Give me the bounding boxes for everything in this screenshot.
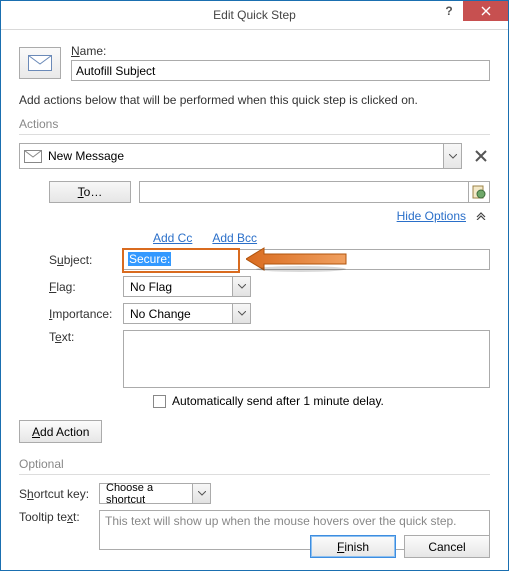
help-button[interactable]: ? <box>435 1 463 21</box>
action-type-select[interactable]: New Message <box>19 143 462 169</box>
dialog-title: Edit Quick Step <box>213 8 296 22</box>
new-message-icon <box>24 149 42 163</box>
delete-action-button[interactable] <box>472 150 490 162</box>
shortcut-select[interactable]: Choose a shortcut <box>99 483 211 504</box>
x-icon <box>475 150 487 162</box>
importance-select[interactable]: No Change <box>123 303 251 324</box>
chevron-down-icon <box>238 311 246 316</box>
add-cc-link[interactable]: Add Cc <box>153 231 192 245</box>
name-label: Name: <box>71 44 490 58</box>
flag-dropdown-button[interactable] <box>232 277 250 296</box>
shortcut-label: Shortcut key: <box>19 487 99 501</box>
help-icon: ? <box>445 4 452 18</box>
actions-section-label: Actions <box>19 117 490 131</box>
hide-options-link[interactable]: Hide Options <box>397 209 466 223</box>
action-type-dropdown-button[interactable] <box>443 144 461 168</box>
subject-value: Secure: <box>128 252 171 266</box>
cancel-button[interactable]: Cancel <box>404 535 490 558</box>
chevron-up-icon <box>476 209 490 223</box>
text-input[interactable] <box>123 330 490 388</box>
tooltip-label: Tooltip text: <box>19 510 99 524</box>
tooltip-placeholder: This text will show up when the mouse ho… <box>105 514 457 528</box>
importance-value: No Change <box>124 307 232 321</box>
auto-send-checkbox[interactable] <box>153 395 166 408</box>
chevron-down-icon <box>238 284 246 289</box>
chevron-down-icon <box>449 154 457 159</box>
envelope-icon <box>28 55 52 71</box>
close-icon <box>481 6 491 16</box>
finish-button[interactable]: Finish <box>310 535 396 558</box>
edit-quick-step-dialog: Edit Quick Step ? Name: Add actions belo… <box>0 0 509 571</box>
shortcut-value: Choose a shortcut <box>100 482 192 506</box>
action-type-text: New Message <box>48 149 443 163</box>
subject-label: Subject: <box>49 253 123 267</box>
quickstep-icon[interactable] <box>19 47 61 79</box>
shortcut-dropdown-button[interactable] <box>192 484 210 503</box>
titlebar: Edit Quick Step ? <box>1 1 508 30</box>
close-button[interactable] <box>463 1 508 21</box>
flag-value: No Flag <box>124 280 232 294</box>
importance-dropdown-button[interactable] <box>232 304 250 323</box>
importance-label: Importance: <box>49 307 123 321</box>
to-input[interactable] <box>139 181 468 203</box>
chevron-down-icon <box>198 491 206 496</box>
flag-select[interactable]: No Flag <box>123 276 251 297</box>
auto-send-label: Automatically send after 1 minute delay. <box>172 394 384 408</box>
text-label: Text: <box>49 330 123 344</box>
to-button[interactable]: To… <box>49 181 131 203</box>
instruction-text: Add actions below that will be performed… <box>19 93 490 107</box>
address-book-button[interactable] <box>468 181 490 203</box>
address-book-icon <box>472 185 486 199</box>
add-bcc-link[interactable]: Add Bcc <box>212 231 257 245</box>
optional-section-label: Optional <box>19 457 490 471</box>
add-action-button[interactable]: Add Action <box>19 420 102 443</box>
name-input[interactable] <box>71 60 490 81</box>
flag-label: Flag: <box>49 280 123 294</box>
subject-input[interactable]: Secure: <box>123 249 490 270</box>
